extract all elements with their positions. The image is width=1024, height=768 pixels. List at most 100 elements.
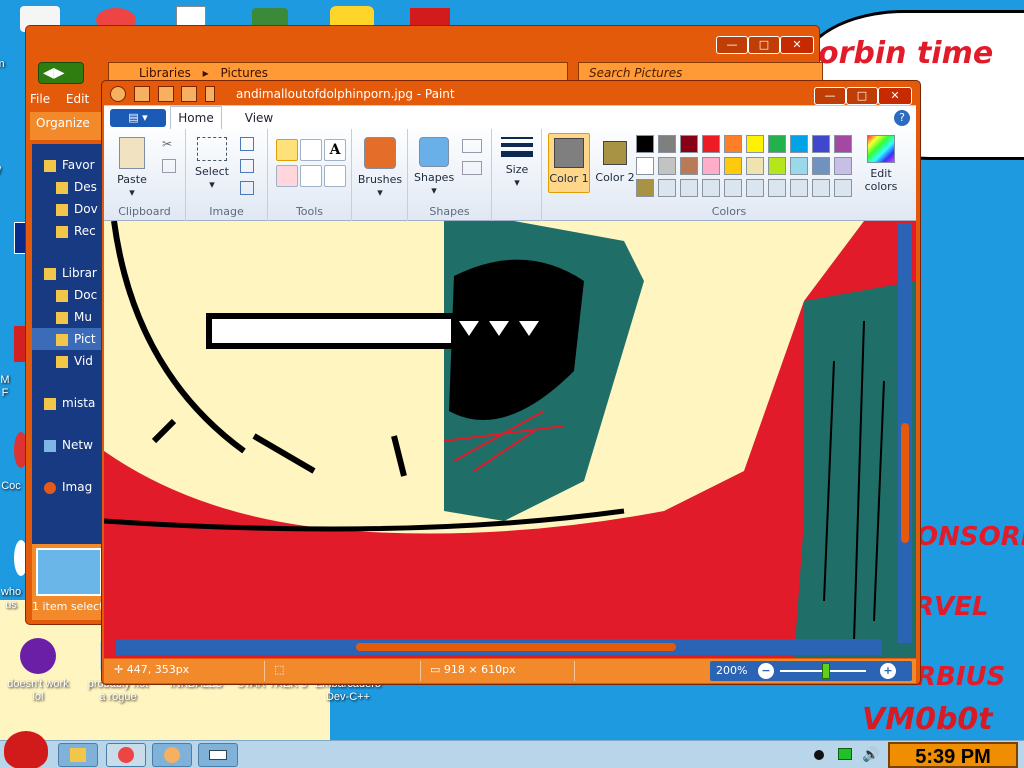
desktop-icon-yahoo[interactable]: doesn't work lol (2, 638, 74, 704)
explorer-minimize-button[interactable]: — (716, 36, 748, 54)
start-button[interactable] (4, 731, 48, 768)
palette-swatch[interactable] (790, 157, 808, 175)
menu-edit[interactable]: Edit (66, 92, 89, 106)
save-icon[interactable] (133, 86, 150, 102)
breadcrumb-libraries[interactable]: Libraries (139, 66, 191, 80)
cut-icon[interactable]: ✂ (162, 137, 176, 151)
palette-swatch[interactable] (746, 179, 764, 197)
nav-item-music[interactable]: Mu (32, 306, 104, 328)
nav-item-downloads[interactable]: Dov (32, 198, 104, 220)
palette-swatch[interactable] (834, 179, 852, 197)
desktop-icon-label[interactable]: W (0, 165, 16, 178)
nav-item-favorites[interactable]: Favor (32, 154, 104, 176)
brushes-button[interactable]: Brushes ▾ (356, 137, 404, 199)
horizontal-scrollbar[interactable] (116, 639, 882, 655)
taskbar-chrome[interactable] (106, 743, 146, 767)
palette-swatch[interactable] (636, 135, 654, 153)
palette-swatch[interactable] (724, 135, 742, 153)
vertical-scrollbar[interactable] (898, 223, 912, 643)
palette-swatch[interactable] (702, 135, 720, 153)
color2-button[interactable]: Color 2 (594, 133, 636, 184)
paint-app-icon[interactable] (110, 86, 126, 102)
palette-swatch[interactable] (790, 179, 808, 197)
palette-swatch[interactable] (658, 179, 676, 197)
nav-item-documents[interactable]: Doc (32, 284, 104, 306)
redo-icon[interactable] (181, 86, 198, 102)
fill-bucket-icon[interactable] (300, 139, 322, 161)
copy-icon[interactable] (162, 159, 176, 173)
palette-swatch[interactable] (680, 179, 698, 197)
customize-qat-icon[interactable] (205, 86, 216, 102)
zoom-out-button[interactable]: − (758, 663, 774, 679)
explorer-close-button[interactable]: ✕ (780, 36, 814, 54)
paste-button[interactable]: Paste ▾ (114, 137, 150, 199)
color-picker-icon[interactable] (300, 165, 322, 187)
explorer-maximize-button[interactable]: □ (748, 36, 780, 54)
size-button[interactable]: Size ▾ (498, 137, 536, 189)
nav-item-network[interactable]: Netw (32, 434, 104, 456)
undo-icon[interactable] (157, 86, 174, 102)
tab-home[interactable]: Home (170, 106, 222, 130)
nav-item-recent[interactable]: Rec (32, 220, 104, 242)
volume-icon[interactable]: 🔊 (862, 747, 879, 763)
palette-swatch[interactable] (658, 135, 676, 153)
palette-swatch[interactable] (702, 179, 720, 197)
rotate-icon[interactable] (240, 181, 254, 195)
palette-swatch[interactable] (658, 157, 676, 175)
palette-swatch[interactable] (680, 157, 698, 175)
horizontal-scroll-thumb[interactable] (356, 643, 676, 651)
nav-item-pictures[interactable]: Pict (32, 328, 104, 350)
shapes-button[interactable]: Shapes ▾ (414, 137, 454, 197)
palette-swatch[interactable] (746, 135, 764, 153)
palette-swatch[interactable] (680, 135, 698, 153)
file-menu-button[interactable]: ▤ ▾ (110, 109, 166, 127)
palette-swatch[interactable] (768, 157, 786, 175)
zoom-slider-knob[interactable] (822, 663, 830, 679)
organize-button[interactable]: Organize (36, 116, 90, 130)
palette-swatch[interactable] (636, 179, 654, 197)
menu-file[interactable]: File (30, 92, 50, 106)
palette-swatch[interactable] (812, 135, 830, 153)
nav-item-user[interactable]: mista (32, 392, 104, 414)
palette-swatch[interactable] (812, 157, 830, 175)
eraser-icon[interactable] (276, 165, 298, 187)
taskbar-keyboard[interactable] (198, 743, 238, 767)
paint-maximize-button[interactable]: □ (846, 87, 878, 105)
palette-swatch[interactable] (724, 179, 742, 197)
taskbar-clock[interactable]: 5:39 PM (888, 742, 1018, 768)
nav-item-images[interactable]: Imag (32, 476, 104, 498)
pencil-icon[interactable] (276, 139, 298, 161)
magnifier-icon[interactable] (324, 165, 346, 187)
network-tray-icon[interactable] (838, 748, 852, 760)
zoom-in-button[interactable]: + (880, 663, 896, 679)
nav-item-desktop[interactable]: Des (32, 176, 104, 198)
help-icon[interactable]: ? (894, 110, 910, 126)
edit-colors-button[interactable]: Edit colors (858, 135, 904, 193)
palette-swatch[interactable] (724, 157, 742, 175)
drawing-canvas[interactable] (104, 221, 916, 658)
vertical-scroll-thumb[interactable] (901, 423, 909, 543)
taskbar-explorer[interactable] (58, 743, 98, 767)
tray-icon[interactable] (814, 750, 824, 760)
breadcrumb-pictures[interactable]: Pictures (221, 66, 269, 80)
palette-swatch[interactable] (702, 157, 720, 175)
crop-icon[interactable] (240, 137, 254, 151)
desktop-icon-label[interactable]: m (0, 58, 20, 71)
outline-icon[interactable] (462, 139, 482, 153)
palette-swatch[interactable] (834, 157, 852, 175)
size-group[interactable]: Size ▾ (492, 129, 542, 221)
paint-minimize-button[interactable]: — (814, 87, 846, 105)
nav-item-videos[interactable]: Vid (32, 350, 104, 372)
fill-icon[interactable] (462, 161, 482, 175)
palette-swatch[interactable] (834, 135, 852, 153)
back-forward-button[interactable]: ◀▶ (38, 62, 84, 84)
palette-swatch[interactable] (768, 179, 786, 197)
palette-swatch[interactable] (636, 157, 654, 175)
palette-swatch[interactable] (768, 135, 786, 153)
select-button[interactable]: Select ▾ (194, 137, 230, 191)
color1-button[interactable]: Color 1 (548, 133, 590, 193)
palette-swatch[interactable] (746, 157, 764, 175)
resize-icon[interactable] (240, 159, 254, 173)
brushes-group[interactable]: Brushes ▾ (352, 129, 408, 221)
taskbar-paint[interactable] (152, 743, 192, 767)
